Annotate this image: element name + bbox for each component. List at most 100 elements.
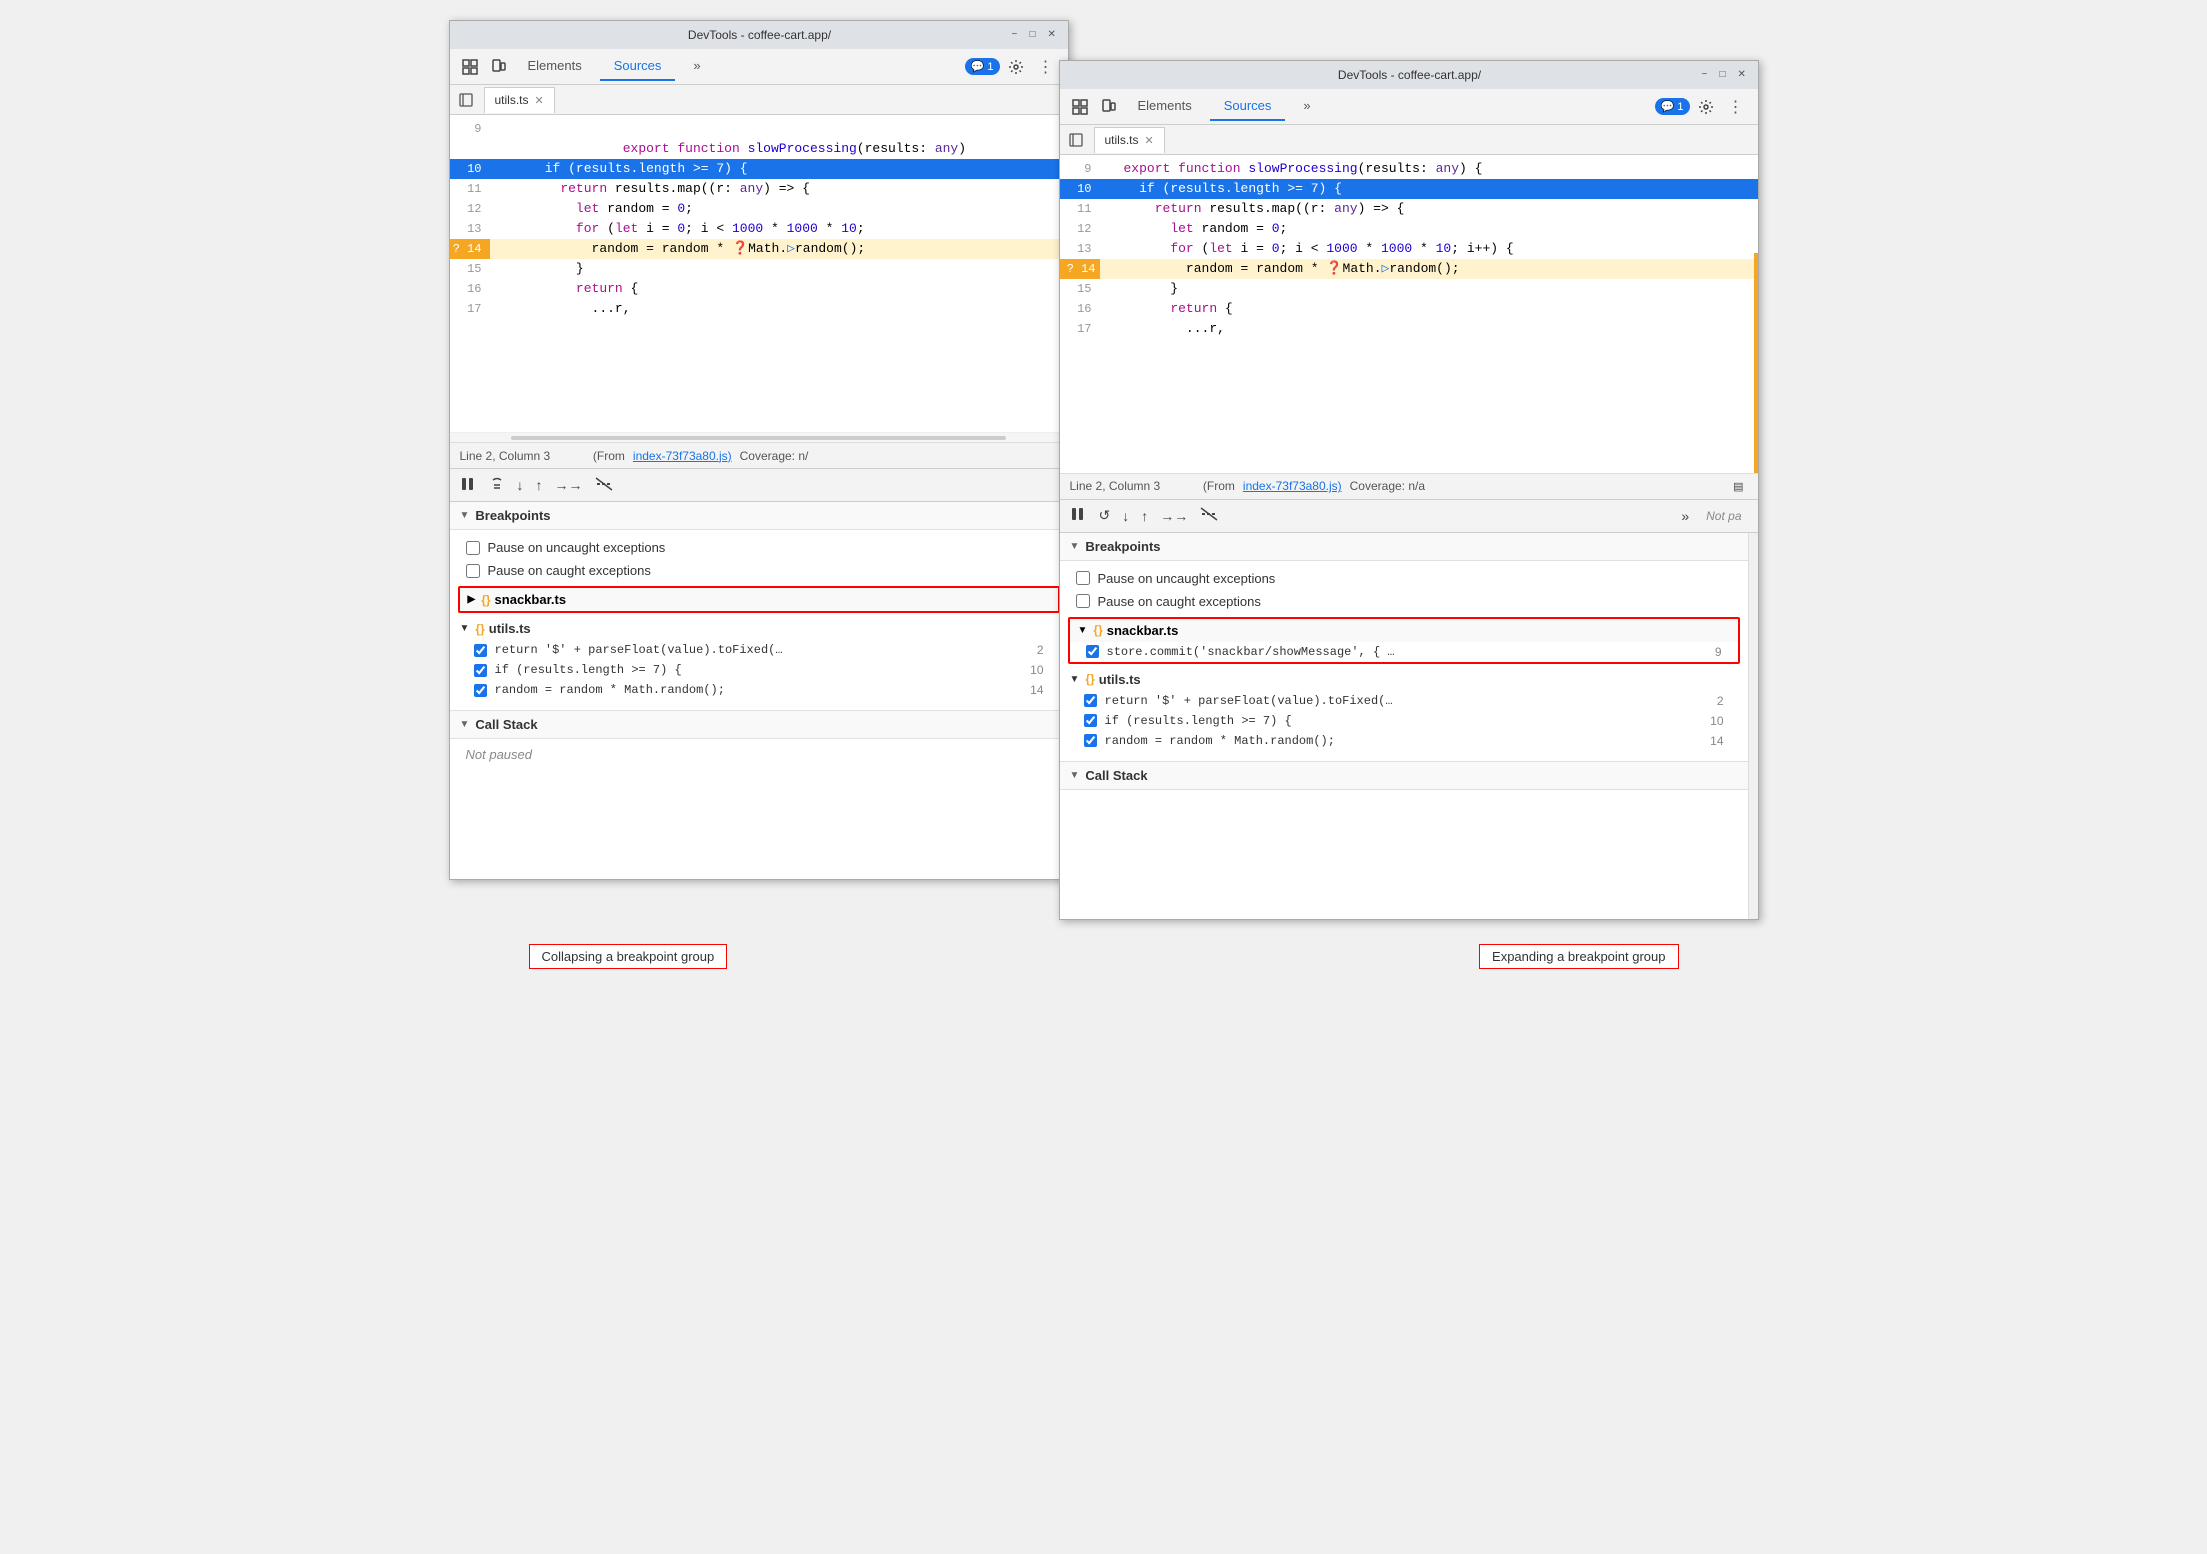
code-area-right[interactable]: 9 export function slowProcessing(results…: [1060, 155, 1758, 473]
breakpoints-content-right: Pause on uncaught exceptions Pause on ca…: [1060, 561, 1748, 761]
collapse-panel-btn[interactable]: ▤: [1729, 476, 1747, 497]
device-btn-right[interactable]: [1096, 95, 1120, 119]
bp-group-snackbar-header-left[interactable]: ▶ {} snackbar.ts: [460, 588, 1058, 611]
tab-elements-left[interactable]: Elements: [514, 52, 596, 81]
bp-group-utils-header-left[interactable]: ▼ {} utils.ts: [458, 617, 1060, 640]
bottom-panel-left[interactable]: ▼ Breakpoints Pause on uncaught exceptio…: [450, 502, 1068, 879]
step-over-btn-left[interactable]: [486, 473, 508, 498]
inspect-btn-right[interactable]: [1068, 95, 1092, 119]
step-out-btn-left[interactable]: ↑: [533, 474, 546, 496]
pause-uncaught-checkbox-left[interactable]: [466, 541, 480, 555]
bp-item-tofixed-left[interactable]: return '$' + parseFloat(value).toFixed(……: [458, 640, 1060, 660]
chat-badge-right[interactable]: 💬 1: [1655, 98, 1690, 115]
right-panel-not-paused-note: Not pa: [1698, 505, 1749, 527]
bp-item-random-check-right[interactable]: [1084, 734, 1097, 747]
settings-btn-left[interactable]: [1004, 55, 1028, 79]
bp-item-tofixed-right[interactable]: return '$' + parseFloat(value).toFixed(……: [1068, 691, 1740, 711]
bp-group-utils-right: ▼ {} utils.ts return '$' + parseFloat(va…: [1068, 668, 1740, 751]
tab-more-left[interactable]: »: [679, 52, 714, 81]
pause-uncaught-checkbox-right[interactable]: [1076, 571, 1090, 585]
step-into-btn-right[interactable]: ↓: [1119, 505, 1132, 527]
minimize-btn-left[interactable]: −: [1012, 29, 1024, 41]
minimize-btn-right[interactable]: −: [1702, 69, 1714, 81]
tab-sources-right[interactable]: Sources: [1210, 92, 1286, 121]
step-over-btn-right[interactable]: ↺: [1096, 504, 1114, 527]
bp-item-store-check-right[interactable]: [1086, 645, 1099, 658]
ts-icon-snackbar-left: {}: [481, 593, 490, 607]
code-line-11-left: 11 return results.map((r: any) => {: [450, 179, 1068, 199]
close-btn-left[interactable]: ✕: [1048, 29, 1060, 41]
deactivate-breakpoints-btn-left[interactable]: [592, 474, 616, 497]
bp-item-tofixed-check-left[interactable]: [474, 644, 487, 657]
settings-btn-right[interactable]: [1694, 95, 1718, 119]
bp-item-results-check-left[interactable]: [474, 664, 487, 677]
bp-group-snackbar-header-right[interactable]: ▼ {} snackbar.ts: [1070, 619, 1738, 642]
callstack-header-left[interactable]: ▼ Call Stack: [450, 711, 1068, 739]
window-controls-right[interactable]: − □ ✕: [1702, 69, 1750, 81]
ts-icon-utils-left: {}: [475, 622, 484, 636]
inspect-btn-left[interactable]: [458, 55, 482, 79]
file-tab-close-right[interactable]: ✕: [1145, 134, 1154, 147]
window-controls-left[interactable]: − □ ✕: [1012, 29, 1060, 41]
pause-caught-checkbox-left[interactable]: [466, 564, 480, 578]
step-out-btn-right[interactable]: ↑: [1138, 505, 1151, 527]
file-tab-utils-right[interactable]: utils.ts ✕: [1094, 127, 1165, 153]
step-btn-right[interactable]: →→: [1157, 505, 1191, 527]
file-tab-utils-left[interactable]: utils.ts ✕: [484, 87, 555, 113]
close-btn-right[interactable]: ✕: [1738, 69, 1750, 81]
caption-left: Collapsing a breakpoint group: [529, 944, 728, 969]
bp-item-random-right[interactable]: random = random * Math.random(); 14: [1068, 731, 1740, 751]
utils-group-arrow-left: ▼: [460, 623, 470, 634]
chat-badge-left[interactable]: 💬 1: [965, 58, 1000, 75]
more-btn-right[interactable]: ⋮: [1722, 95, 1750, 119]
coverage-left: Coverage: n/: [740, 449, 809, 463]
pause-caught-left[interactable]: Pause on caught exceptions: [450, 559, 1068, 582]
pause-uncaught-left[interactable]: Pause on uncaught exceptions: [450, 536, 1068, 559]
bp-item-results-right[interactable]: if (results.length >= 7) { 10: [1068, 711, 1740, 731]
right-scrollbar[interactable]: [1748, 533, 1758, 920]
tab-more-right[interactable]: »: [1289, 92, 1324, 121]
window-title-right: DevTools - coffee-cart.app/: [1118, 68, 1702, 82]
pause-caught-right[interactable]: Pause on caught exceptions: [1060, 590, 1748, 613]
code-line-16-right: 16 return {: [1060, 299, 1758, 319]
code-area-left[interactable]: 9 export function slowProcessing(results…: [450, 115, 1068, 432]
tab-elements-right[interactable]: Elements: [1124, 92, 1206, 121]
bp-item-random-left[interactable]: random = random * Math.random(); 14: [458, 680, 1060, 700]
code-line-9-left: 9 export function slowProcessing(results…: [450, 119, 1068, 159]
more-btn-left[interactable]: ⋮: [1032, 55, 1060, 79]
bp-item-tofixed-check-right[interactable]: [1084, 694, 1097, 707]
more-debug-btn-right[interactable]: »: [1678, 505, 1692, 527]
restore-btn-right[interactable]: □: [1720, 69, 1732, 81]
bp-item-store-right[interactable]: store.commit('snackbar/showMessage', { ……: [1070, 642, 1738, 662]
breakpoints-label-right: Breakpoints: [1085, 539, 1160, 554]
device-btn-left[interactable]: [486, 55, 510, 79]
cursor-position-left: Line 2, Column 3: [460, 449, 551, 463]
file-tabbar-left: utils.ts ✕: [450, 85, 1068, 115]
code-line-14-right: ? 14 random = random * ❓Math.▷random();: [1060, 259, 1758, 279]
pause-resume-btn-right[interactable]: [1068, 504, 1090, 527]
utils-group-name-right: utils.ts: [1099, 672, 1141, 687]
sidebar-toggle-right[interactable]: [1064, 128, 1088, 152]
step-into-btn-left[interactable]: ↓: [514, 474, 527, 496]
file-tab-close-left[interactable]: ✕: [535, 94, 544, 107]
source-link-left[interactable]: index-73f73a80.js): [633, 449, 732, 463]
source-link-right[interactable]: index-73f73a80.js): [1243, 479, 1342, 493]
sidebar-toggle-left[interactable]: [454, 88, 478, 112]
titlebar-right: DevTools - coffee-cart.app/ − □ ✕: [1060, 61, 1758, 89]
callstack-header-right[interactable]: ▼ Call Stack: [1060, 762, 1748, 790]
restore-btn-left[interactable]: □: [1030, 29, 1042, 41]
code-line-13-left: 13 for (let i = 0; i < 1000 * 1000 * 10;: [450, 219, 1068, 239]
breakpoints-header-left[interactable]: ▼ Breakpoints: [450, 502, 1068, 530]
bp-item-results-left[interactable]: if (results.length >= 7) { 10: [458, 660, 1060, 680]
breakpoints-header-right[interactable]: ▼ Breakpoints: [1060, 533, 1748, 561]
bp-group-utils-header-right[interactable]: ▼ {} utils.ts: [1068, 668, 1740, 691]
bottom-panel-right[interactable]: ▼ Breakpoints Pause on uncaught exceptio…: [1060, 533, 1758, 920]
bp-item-results-check-right[interactable]: [1084, 714, 1097, 727]
bp-item-random-check-left[interactable]: [474, 684, 487, 697]
tab-sources-left[interactable]: Sources: [600, 52, 676, 81]
pause-resume-btn-left[interactable]: [458, 474, 480, 497]
pause-uncaught-right[interactable]: Pause on uncaught exceptions: [1060, 567, 1748, 590]
pause-caught-checkbox-right[interactable]: [1076, 594, 1090, 608]
deactivate-breakpoints-btn-right[interactable]: [1197, 504, 1221, 527]
step-btn-left[interactable]: →→: [552, 474, 586, 496]
